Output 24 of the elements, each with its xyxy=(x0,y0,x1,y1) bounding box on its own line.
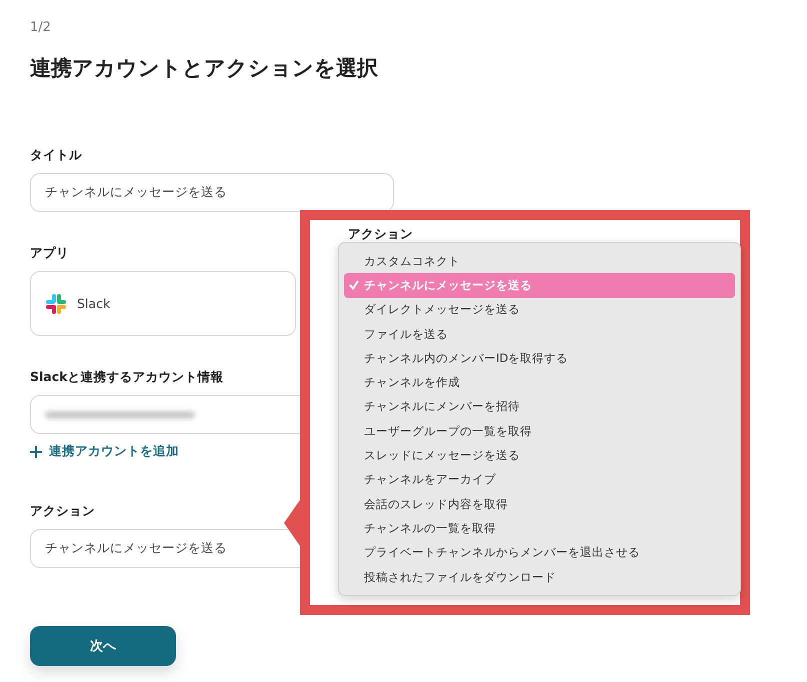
field-label: アプリ xyxy=(30,245,69,262)
menu-item[interactable]: 会話のスレッド内容を取得 xyxy=(344,492,735,516)
menu-item[interactable]: ファイルを送る xyxy=(344,322,735,346)
next-button[interactable]: 次へ xyxy=(30,626,176,666)
check-icon xyxy=(349,280,359,290)
field-label: アクション xyxy=(348,226,413,241)
slack-logo-icon xyxy=(45,292,67,314)
menu-item[interactable]: ダイレクトメッセージを送る xyxy=(344,298,735,322)
menu-item[interactable]: スレッドにメッセージを送る xyxy=(344,443,735,468)
menu-item[interactable]: カスタムコネクト xyxy=(344,249,735,274)
menu-item[interactable]: チャンネルをアーカイブ xyxy=(344,468,735,492)
field-label: アクション xyxy=(30,503,95,520)
field-label: タイトル xyxy=(30,147,82,164)
page-heading: 連携アカウントとアクションを選択 xyxy=(30,55,379,82)
app-select[interactable]: Slack xyxy=(30,271,296,336)
menu-item[interactable]: チャンネルにメンバーを招待 xyxy=(344,394,735,420)
plus-icon xyxy=(30,446,42,458)
menu-item[interactable]: ユーザーグループの一覧を取得 xyxy=(344,419,735,444)
input-field[interactable]: チャンネルにメッセージを送る xyxy=(30,173,394,212)
field-label: Slackと連携するアカウント情報 xyxy=(30,369,224,386)
menu-item[interactable]: チャンネルを作成 xyxy=(344,370,735,395)
menu-item[interactable]: チャンネル内のメンバーIDを取得する xyxy=(344,346,735,370)
step-counter: 1/2 xyxy=(30,20,52,36)
add-account-link[interactable]: 連携アカウントを追加 xyxy=(49,443,179,460)
